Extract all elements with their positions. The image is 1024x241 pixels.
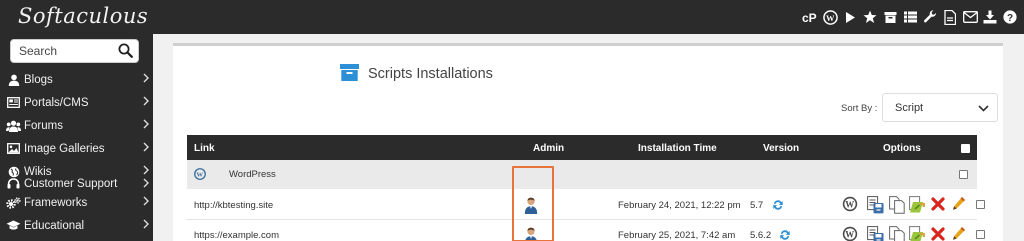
staging-icon[interactable]: [909, 226, 925, 241]
select-all-checkbox[interactable]: [961, 144, 970, 153]
top-bar: Softaculous cP W ?: [0, 0, 1024, 34]
search-box: [10, 39, 139, 63]
clone-icon[interactable]: [889, 196, 905, 217]
table-row: https://example.com February 25, 2021, 7…: [187, 220, 985, 241]
admin-user-icon[interactable]: [524, 227, 538, 241]
svg-text:W: W: [196, 172, 203, 179]
main-content: Scripts Installations Sort By : Script L…: [153, 34, 1024, 241]
document-icon[interactable]: [942, 8, 958, 26]
support-icon: [6, 177, 21, 190]
cpanel-icon[interactable]: cP: [802, 8, 818, 26]
backup-icon[interactable]: [867, 226, 884, 241]
search-input[interactable]: [11, 40, 116, 62]
clone-icon[interactable]: [889, 226, 905, 241]
search-icon[interactable]: [118, 43, 133, 61]
download-icon[interactable]: [982, 8, 998, 26]
chevron-down-icon: [978, 103, 989, 115]
wordpress-manager-icon[interactable]: W: [842, 196, 858, 215]
help-icon[interactable]: ?: [1002, 8, 1018, 26]
column-header-admin: Admin: [533, 143, 565, 154]
column-header-link: Link: [194, 143, 215, 154]
sidebar-item-label: Customer Support: [24, 177, 118, 190]
sidebar: Blogs Portals/CMS Forums Image Galleries…: [0, 34, 153, 241]
column-header-options: Options: [883, 143, 921, 154]
image-icon: [6, 142, 21, 155]
edit-icon[interactable]: [952, 196, 966, 214]
chevron-right-icon: [143, 219, 149, 232]
sidebar-item-label: Frameworks: [24, 196, 88, 209]
edit-icon[interactable]: [952, 226, 966, 241]
backup-icon[interactable]: [867, 196, 884, 217]
update-icon[interactable]: [779, 229, 791, 241]
sidebar-item-frameworks[interactable]: Frameworks: [0, 191, 153, 214]
wordpress-icon[interactable]: W: [822, 8, 838, 26]
group-checkbox[interactable]: [959, 170, 968, 179]
chevron-right-icon: [143, 119, 149, 132]
admin-user-icon[interactable]: [524, 197, 538, 217]
svg-text:W: W: [845, 200, 854, 210]
installation-link[interactable]: https://example.com: [194, 230, 279, 241]
sidebar-item-label: Forums: [24, 119, 63, 132]
table-row: http://kbtesting.site February 24, 2021,…: [187, 190, 985, 220]
archive-box-icon: [340, 64, 359, 84]
column-header-version: Version: [763, 143, 800, 154]
sidebar-item-educational[interactable]: Educational: [0, 214, 153, 237]
sidebar-item-label: Educational: [24, 219, 85, 232]
graduation-cap-icon: [6, 219, 21, 232]
update-icon[interactable]: [772, 199, 784, 214]
users-icon: [6, 119, 21, 132]
installations-panel: Scripts Installations Sort By : Script L…: [173, 43, 1003, 241]
chevron-right-icon: [143, 142, 149, 155]
page-title: Scripts Installations: [368, 66, 493, 82]
table-header: Link Admin Installation Time Version Opt…: [187, 135, 977, 160]
installation-version: 5.7: [750, 200, 764, 211]
column-header-installation-time: Installation Time: [638, 143, 717, 154]
sort-by-label: Sort By :: [841, 103, 878, 114]
archive-icon[interactable]: [882, 8, 898, 26]
svg-text:W: W: [826, 12, 835, 22]
installation-version: 5.6.2: [750, 230, 772, 241]
star-icon[interactable]: [862, 8, 878, 26]
user-icon: [6, 73, 21, 86]
sidebar-item-forums[interactable]: Forums: [0, 114, 153, 137]
sidebar-item-customer-support[interactable]: Customer Support: [0, 176, 153, 191]
sidebar-item-label: Blogs: [24, 73, 53, 86]
sort-by-value: Script: [895, 102, 924, 114]
sidebar-item-label: Portals/CMS: [24, 96, 89, 109]
chevron-right-icon: [143, 96, 149, 109]
list-icon[interactable]: [902, 8, 918, 26]
script-group-row: W WordPress: [187, 160, 977, 189]
sidebar-item-label: Image Galleries: [24, 142, 105, 155]
chevron-right-icon: [143, 196, 149, 209]
chevron-right-icon: [143, 178, 149, 191]
delete-icon[interactable]: [931, 197, 945, 214]
svg-text:W: W: [845, 230, 854, 240]
script-group-name: WordPress: [229, 169, 276, 180]
chevron-right-icon: [143, 73, 149, 86]
installation-time: February 24, 2021, 12:22 pm: [618, 200, 741, 211]
top-icon-bar: cP W ?: [802, 8, 1018, 26]
row-checkbox[interactable]: [976, 230, 985, 239]
staging-icon[interactable]: [909, 196, 925, 217]
mail-icon[interactable]: [962, 8, 978, 26]
sidebar-nav: Blogs Portals/CMS Forums Image Galleries…: [0, 68, 153, 237]
wrench-icon[interactable]: [922, 8, 938, 26]
installation-time: February 25, 2021, 7:42 am: [618, 230, 736, 241]
svg-text:cP: cP: [802, 11, 817, 24]
installation-link[interactable]: http://kbtesting.site: [194, 200, 273, 211]
sidebar-item-portals-cms[interactable]: Portals/CMS: [0, 91, 153, 114]
row-checkbox[interactable]: [976, 200, 985, 209]
page-header: Scripts Installations: [340, 64, 493, 84]
sidebar-item-blogs[interactable]: Blogs: [0, 68, 153, 91]
sidebar-item-image-galleries[interactable]: Image Galleries: [0, 137, 153, 160]
play-icon[interactable]: [842, 8, 858, 26]
svg-text:?: ?: [1007, 13, 1013, 24]
cogs-icon: [6, 196, 21, 209]
wordpress-manager-icon[interactable]: W: [842, 226, 858, 241]
sort-by-select[interactable]: Script: [882, 93, 998, 122]
logo: Softaculous: [18, 4, 149, 28]
wordpress-icon: W: [194, 168, 206, 183]
newspaper-icon: [6, 96, 21, 109]
delete-icon[interactable]: [931, 227, 945, 241]
